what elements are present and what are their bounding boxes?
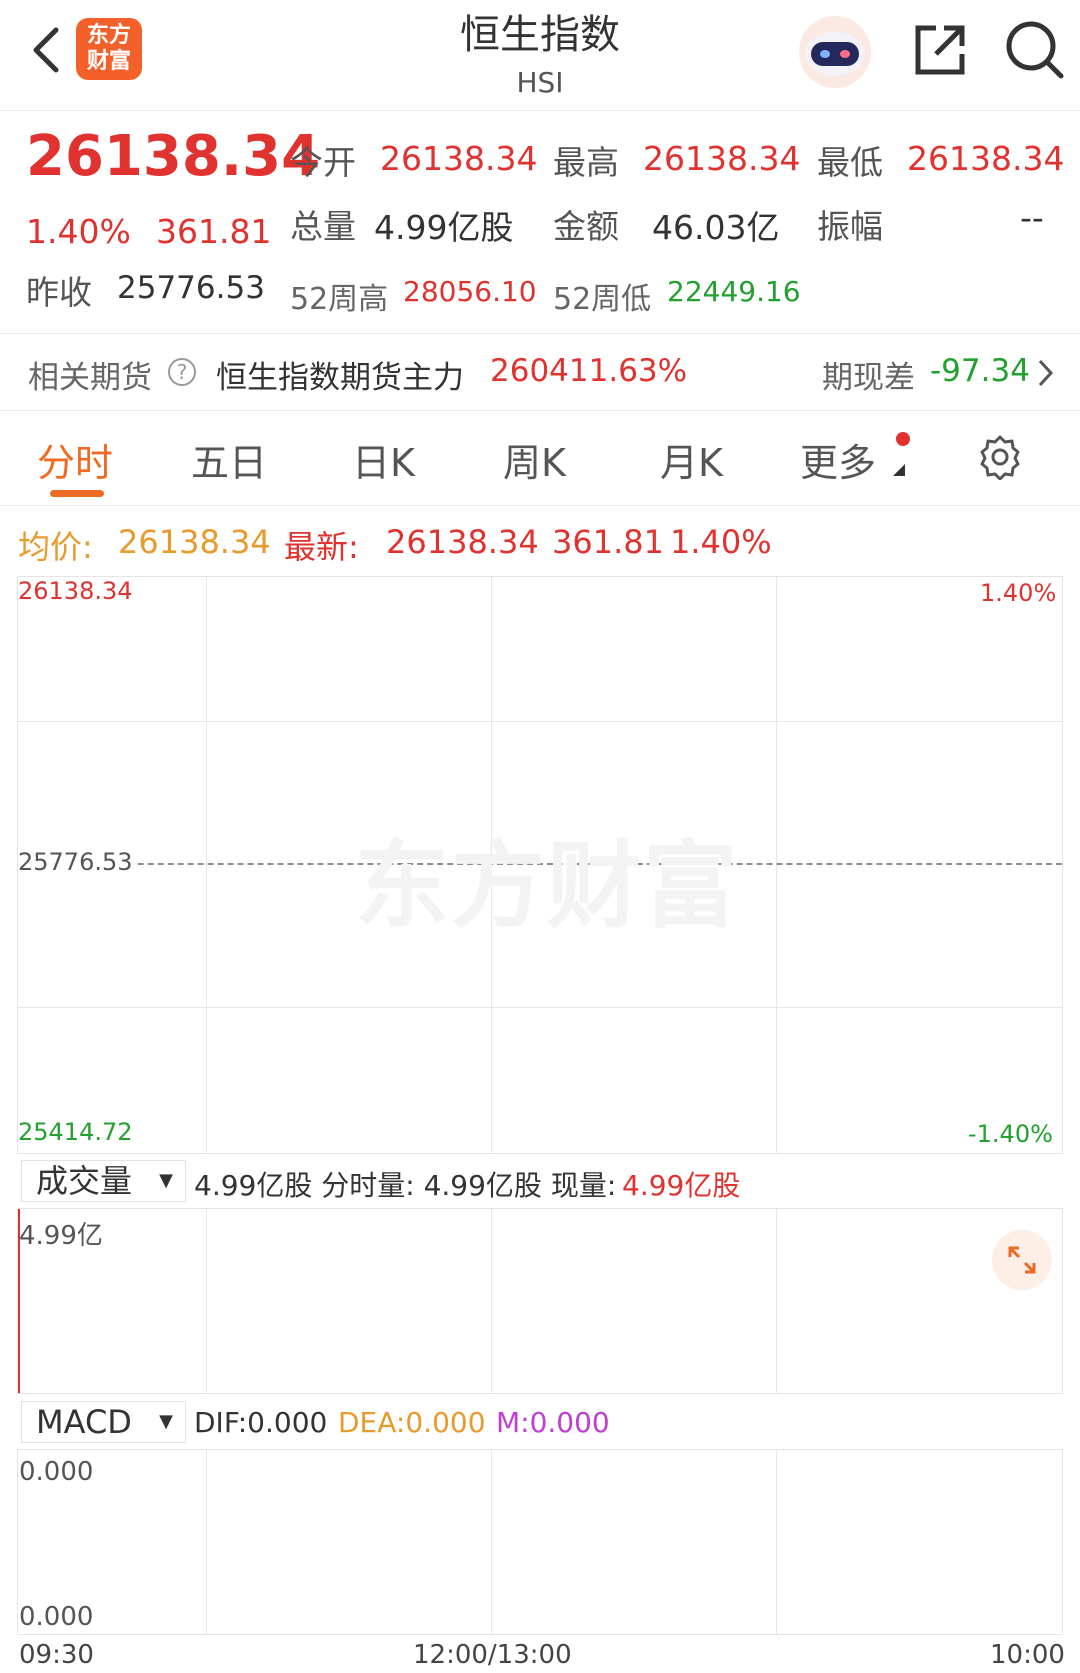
macd-dea: DEA:0.000	[338, 1406, 486, 1439]
page-title: 恒生指数	[460, 12, 620, 58]
corner-triangle-icon	[893, 464, 905, 476]
dropdown-triangle-icon: ▼	[159, 1170, 173, 1191]
open-value: 26138.34	[380, 139, 538, 178]
macd-axis-bottom: 0.000	[19, 1602, 94, 1632]
volume-label: 总量	[290, 207, 356, 246]
prev-close-value: 25776.53	[117, 270, 265, 306]
last-price: 26138.34	[26, 124, 321, 189]
expand-icon[interactable]	[992, 1230, 1052, 1290]
amount-label: 金额	[553, 207, 619, 246]
price-axis-bottom: 25414.72	[18, 1118, 133, 1146]
high-label: 最高	[553, 143, 619, 182]
prev-close-label: 昨收	[26, 273, 92, 312]
search-icon[interactable]	[1003, 18, 1067, 82]
dropdown-triangle-icon: ▼	[159, 1411, 173, 1432]
amplitude-label: 振幅	[817, 207, 883, 246]
current-volume: 4.99亿股	[622, 1169, 741, 1202]
tab-monthly-k[interactable]: 月K	[660, 432, 723, 487]
app-logo[interactable]: 东方 财富	[76, 18, 142, 80]
volume-chart[interactable]	[17, 1208, 1063, 1394]
time-axis-start: 09:30	[19, 1640, 94, 1670]
macd-dif: DIF:0.000	[194, 1406, 328, 1439]
time-axis-end: 10:00	[990, 1640, 1065, 1670]
settings-gear-icon[interactable]	[977, 434, 1023, 480]
tab-divider	[0, 505, 1080, 506]
active-tab-indicator	[50, 490, 104, 497]
time-axis-mid: 12:00/13:00	[413, 1640, 572, 1670]
page-subtitle: HSI	[516, 66, 564, 99]
change-percent: 1.40%	[26, 212, 131, 251]
latest-label: 最新:	[284, 528, 359, 566]
indicator-select-macd[interactable]: MACD ▼	[21, 1401, 186, 1443]
week52-high-value: 28056.10	[403, 275, 537, 308]
chevron-right-icon	[1038, 359, 1054, 387]
week52-high-label: 52周高	[290, 282, 389, 317]
low-value: 26138.34	[907, 139, 1065, 178]
week52-low-value: 22449.16	[667, 275, 801, 308]
back-arrow-icon[interactable]	[26, 22, 66, 78]
related-futures-label: 相关期货	[28, 360, 152, 396]
watermark-text: 东方财富	[355, 832, 740, 941]
macd-chart[interactable]	[17, 1449, 1063, 1635]
low-label: 最低	[817, 143, 883, 182]
amplitude-value: --	[1020, 198, 1044, 237]
macd-axis-top: 0.000	[19, 1457, 94, 1487]
open-label: 今开	[290, 143, 356, 182]
basis-value: -97.34	[930, 353, 1030, 389]
macd-m: M:0.000	[496, 1406, 610, 1439]
tab-weekly-k[interactable]: 周K	[503, 432, 566, 487]
change-value: 361.81	[156, 212, 272, 251]
top-nav-bar: 东方 财富 恒生指数 HSI	[0, 0, 1080, 111]
high-value: 26138.34	[643, 139, 801, 178]
volume-value: 4.99亿股	[374, 208, 514, 247]
amount-value: 46.03亿	[652, 208, 780, 247]
avg-price-label: 均价:	[18, 528, 93, 566]
price-axis-top: 26138.34	[18, 577, 133, 605]
volume-axis-max: 4.99亿	[19, 1221, 103, 1251]
tab-intraday[interactable]: 分时	[37, 432, 113, 487]
help-icon[interactable]: ?	[168, 358, 196, 386]
percent-axis-top: 1.40%	[980, 579, 1057, 607]
futures-name: 恒生指数期货主力	[216, 360, 464, 396]
related-futures-bar[interactable]: 相关期货 ? 恒生指数期货主力 260411.63% 期现差 -97.34	[0, 333, 1080, 411]
latest-percent: 1.40%	[670, 523, 772, 561]
price-axis-mid: 25776.53	[18, 848, 137, 876]
week52-low-label: 52周低	[553, 282, 652, 317]
latest-value: 26138.34	[386, 523, 539, 561]
share-icon[interactable]	[910, 20, 970, 80]
volume-info-text: 4.99亿股 分时量: 4.99亿股 现量:	[194, 1169, 617, 1202]
avg-price-value: 26138.34	[118, 523, 271, 561]
tab-five-day[interactable]: 五日	[191, 432, 267, 487]
tab-daily-k[interactable]: 日K	[352, 432, 415, 487]
basis-label: 期现差	[822, 360, 915, 396]
ai-assistant-robot-icon[interactable]	[795, 14, 875, 90]
tab-more[interactable]: 更多	[800, 432, 876, 487]
latest-change: 361.81	[552, 523, 664, 561]
percent-axis-bottom: -1.40%	[968, 1120, 1053, 1148]
notification-dot	[896, 432, 910, 446]
futures-value: 260411.63%	[490, 353, 688, 389]
indicator-select-volume[interactable]: 成交量 ▼	[21, 1160, 186, 1202]
